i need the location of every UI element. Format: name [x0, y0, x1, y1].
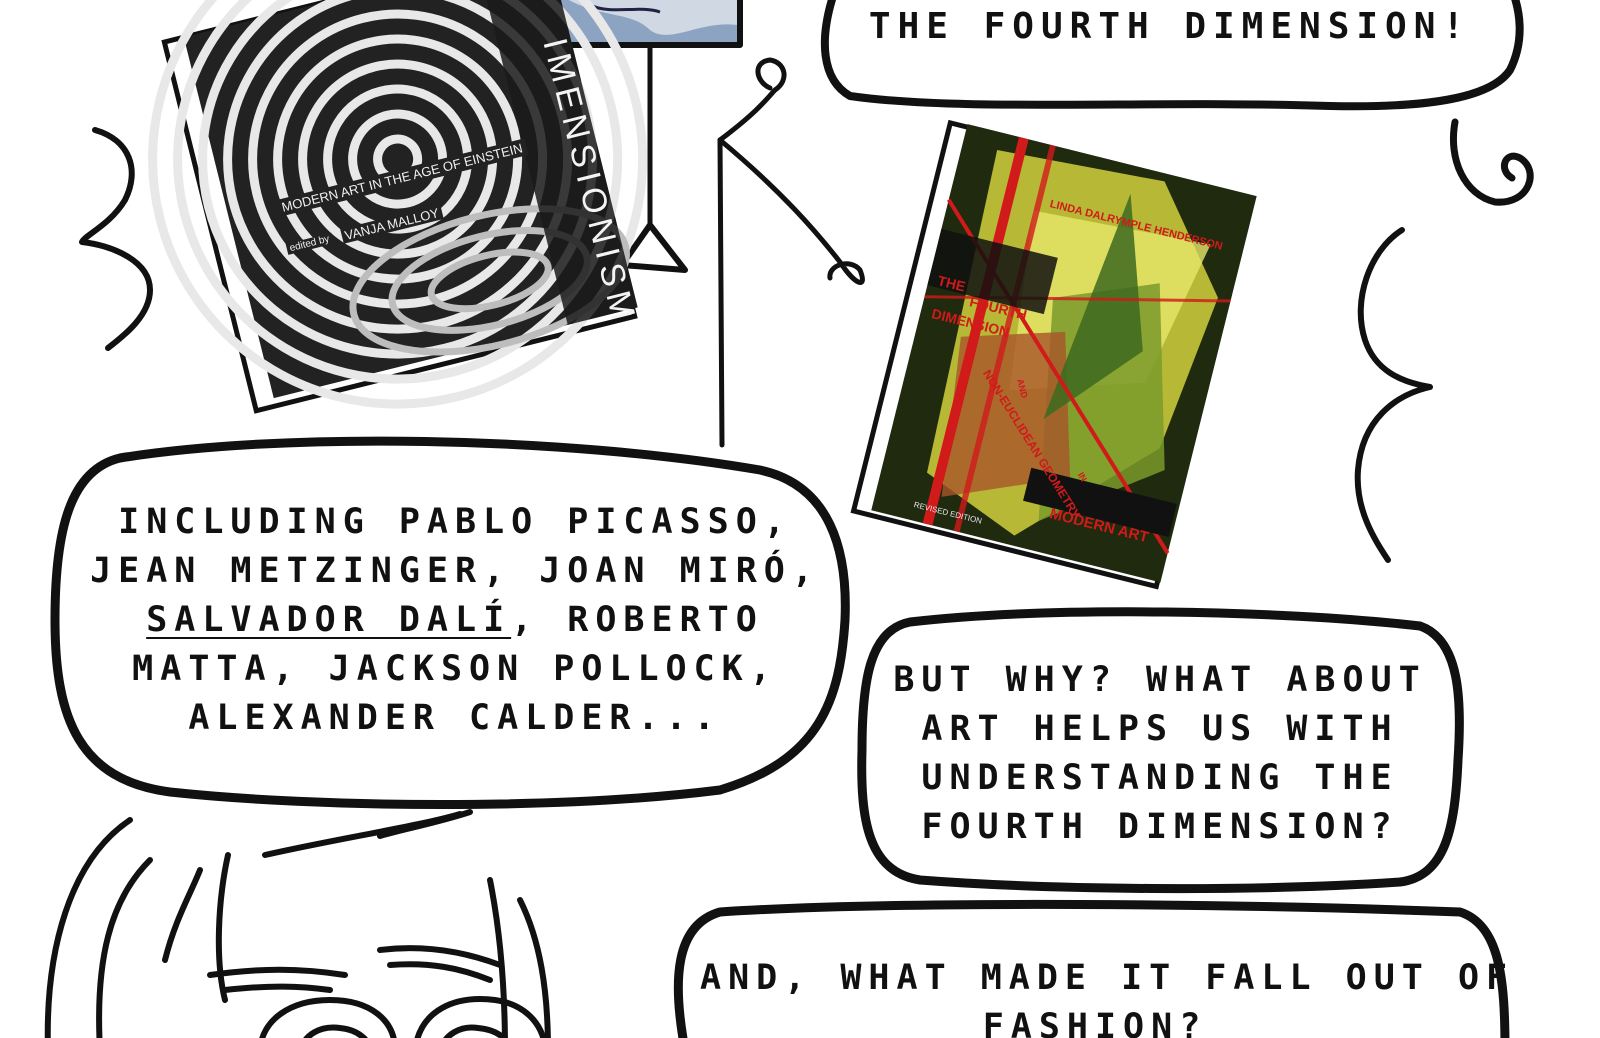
why-line-1: BUT WHY? WHAT ABOUT: [893, 660, 1427, 700]
artists-line-5: ALEXANDER CALDER...: [188, 698, 722, 738]
comic-panel: IMENSIONISM MODERN ART IN THE AGE OF EIN…: [0, 0, 1600, 1038]
bubble-top-text: THE FOURTH DIMENSION!: [860, 2, 1480, 51]
fashion-line-1: AND, WHAT MADE IT FALL OUT OF: [700, 958, 1515, 998]
bubble-artists-text: INCLUDING PABLO PICASSO, JEAN METZINGER,…: [90, 498, 820, 743]
bubble-fashion-text: AND, WHAT MADE IT FALL OUT OF FASHION?: [700, 954, 1515, 1038]
artists-line-4: MATTA, JACKSON POLLOCK,: [132, 649, 778, 689]
artists-line-2: JEAN METZINGER, JOAN MIRÓ,: [90, 551, 820, 591]
bubble-top-line: THE FOURTH DIMENSION!: [868, 6, 1472, 47]
artists-line-3: SALVADOR DALÍ, ROBERTO: [90, 596, 820, 645]
why-line-2: ART HELPS US WITH: [921, 709, 1399, 749]
artists-line-1: INCLUDING PABLO PICASSO,: [118, 502, 792, 542]
why-line-4: FOURTH DIMENSION?: [921, 807, 1399, 847]
fashion-line-2: FASHION?: [982, 1007, 1208, 1038]
why-line-3: UNDERSTANDING THE: [921, 758, 1399, 798]
artists-dali: SALVADOR DALÍ: [146, 600, 512, 640]
artists-line-3-rest: , ROBERTO: [511, 600, 764, 640]
bubble-why-text: BUT WHY? WHAT ABOUT ART HELPS US WITH UN…: [880, 656, 1440, 852]
